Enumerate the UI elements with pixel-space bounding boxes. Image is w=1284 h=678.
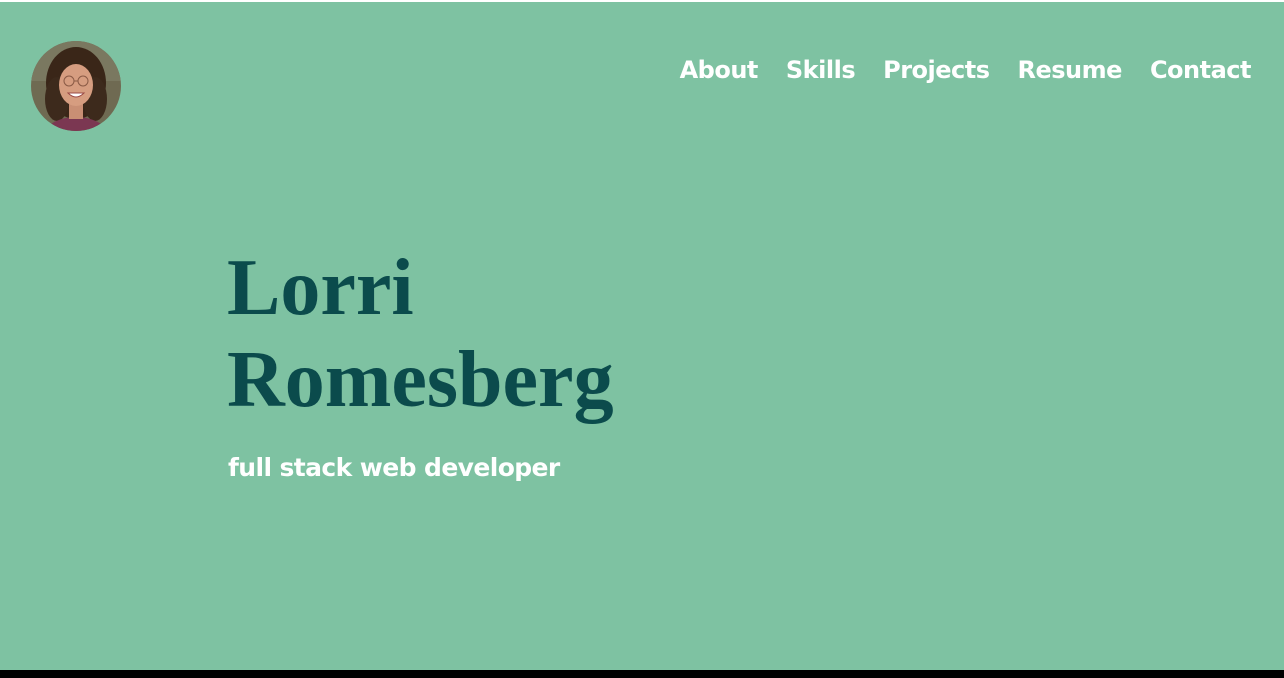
tagline: full stack web developer <box>228 453 560 482</box>
page-title: Lorri Romesberg <box>227 242 614 426</box>
avatar[interactable] <box>31 41 121 131</box>
hero-section: About Skills Projects Resume Contact Lor… <box>0 2 1284 670</box>
nav-link-contact[interactable]: Contact <box>1150 52 1252 88</box>
bottom-bar <box>0 670 1284 678</box>
main-nav: About Skills Projects Resume Contact <box>680 52 1252 88</box>
name-last: Romesberg <box>227 336 614 424</box>
profile-photo <box>31 41 121 131</box>
nav-link-projects[interactable]: Projects <box>883 52 990 88</box>
nav-link-about[interactable]: About <box>680 52 759 88</box>
name-first: Lorri <box>227 244 414 332</box>
nav-link-skills[interactable]: Skills <box>786 52 856 88</box>
nav-link-resume[interactable]: Resume <box>1018 52 1123 88</box>
